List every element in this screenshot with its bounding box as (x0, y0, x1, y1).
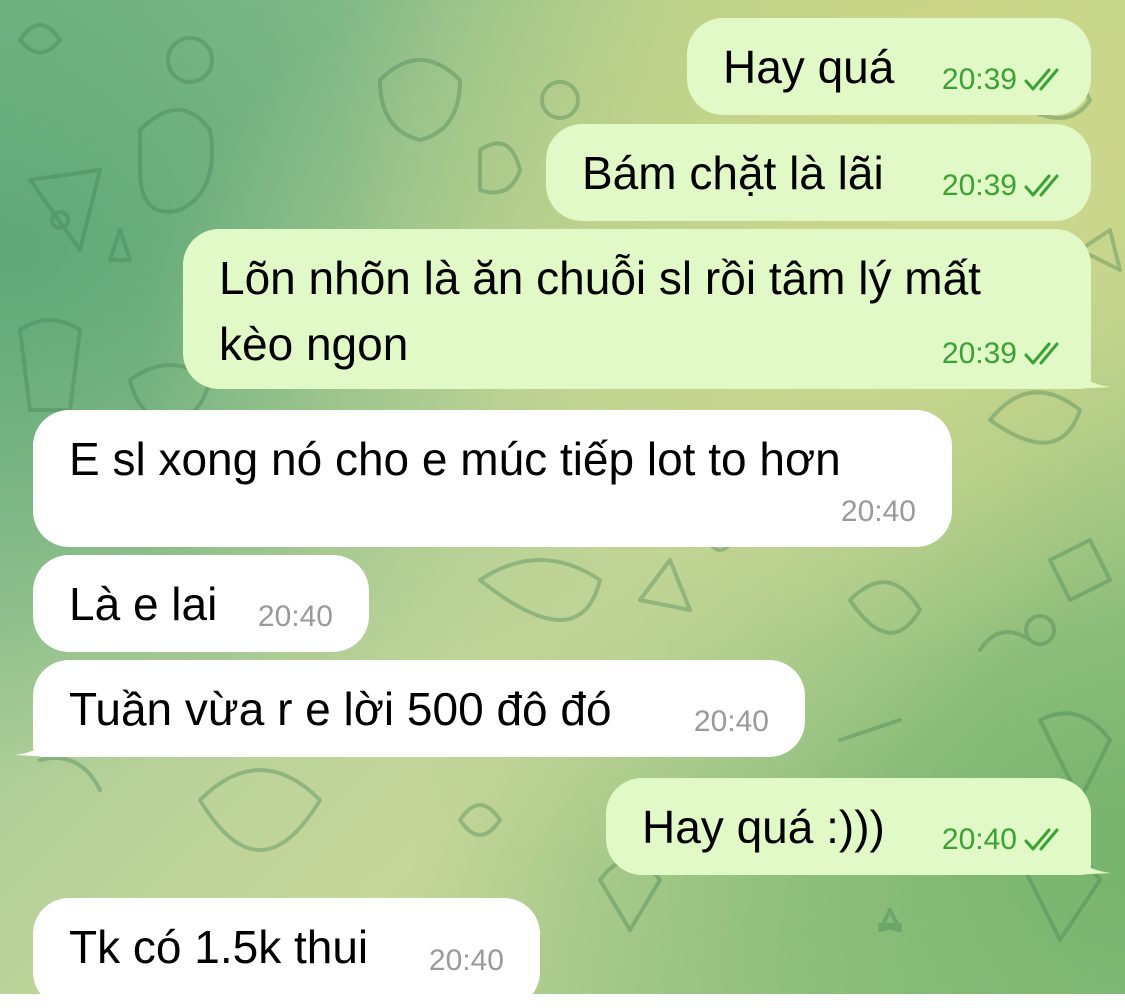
bubble-tail (1071, 839, 1111, 875)
message-time: 20:39 (941, 337, 1017, 370)
message-meta: 20:40 (942, 823, 1065, 857)
message-meta: 20:39 (942, 63, 1065, 97)
message-time: 20:40 (941, 823, 1017, 856)
message-bubble-outgoing[interactable]: Bám chặt là lãi 20:39 (546, 124, 1091, 221)
message-text: Là e lai (69, 578, 218, 630)
message-text: Tuần vừa r e lời 500 đô đó (69, 683, 612, 735)
message-text-line-2: kèo ngon (219, 318, 409, 370)
message-text: Hay quá :))) (642, 801, 885, 853)
bubble-tail (1071, 353, 1111, 389)
message-bubble-outgoing[interactable]: Lõn nhõn là ăn chuỗi sl rồi tâm lý mất k… (183, 229, 1111, 389)
message-text-line-1: Lõn nhõn là ăn chuỗi sl rồi tâm lý mất (219, 252, 981, 304)
message-text: E sl xong nó cho e múc tiếp lot to hơn (69, 433, 841, 485)
message-bubble-incoming[interactable]: Tuần vừa r e lời 500 đô đó 20:40 (15, 660, 805, 757)
message-meta: 20:40 (841, 495, 916, 529)
message-text: Hay quá (723, 41, 895, 93)
message-meta: 20:40 (694, 705, 769, 739)
message-bubble-incoming[interactable]: Tk có 1.5k thui 20:40 (33, 898, 540, 1008)
message-bubble-outgoing[interactable]: Hay quá :))) 20:40 (606, 778, 1111, 875)
double-check-icon (1024, 342, 1059, 365)
double-check-icon (1024, 68, 1059, 91)
double-check-icon (1024, 174, 1059, 197)
message-bubble-incoming[interactable]: E sl xong nó cho e múc tiếp lot to hơn 2… (33, 410, 952, 547)
message-bubble-outgoing[interactable]: Hay quá 20:39 (687, 18, 1091, 115)
message-time: 20:39 (941, 63, 1017, 96)
message-text: Tk có 1.5k thui (69, 921, 369, 973)
message-time: 20:40 (693, 705, 769, 738)
double-check-icon (1024, 828, 1059, 851)
message-text: Bám chặt là lãi (582, 147, 884, 199)
message-bubble-incoming[interactable]: Là e lai 20:40 (33, 555, 369, 652)
message-meta: 20:39 (942, 169, 1065, 203)
bubble-tail (15, 721, 55, 757)
message-time: 20:40 (840, 495, 916, 528)
message-meta: 20:39 (942, 337, 1065, 371)
message-time: 20:39 (941, 169, 1017, 202)
message-meta: 20:40 (429, 944, 504, 978)
message-meta: 20:40 (258, 600, 333, 634)
message-time: 20:40 (428, 944, 504, 977)
message-time: 20:40 (257, 600, 333, 633)
